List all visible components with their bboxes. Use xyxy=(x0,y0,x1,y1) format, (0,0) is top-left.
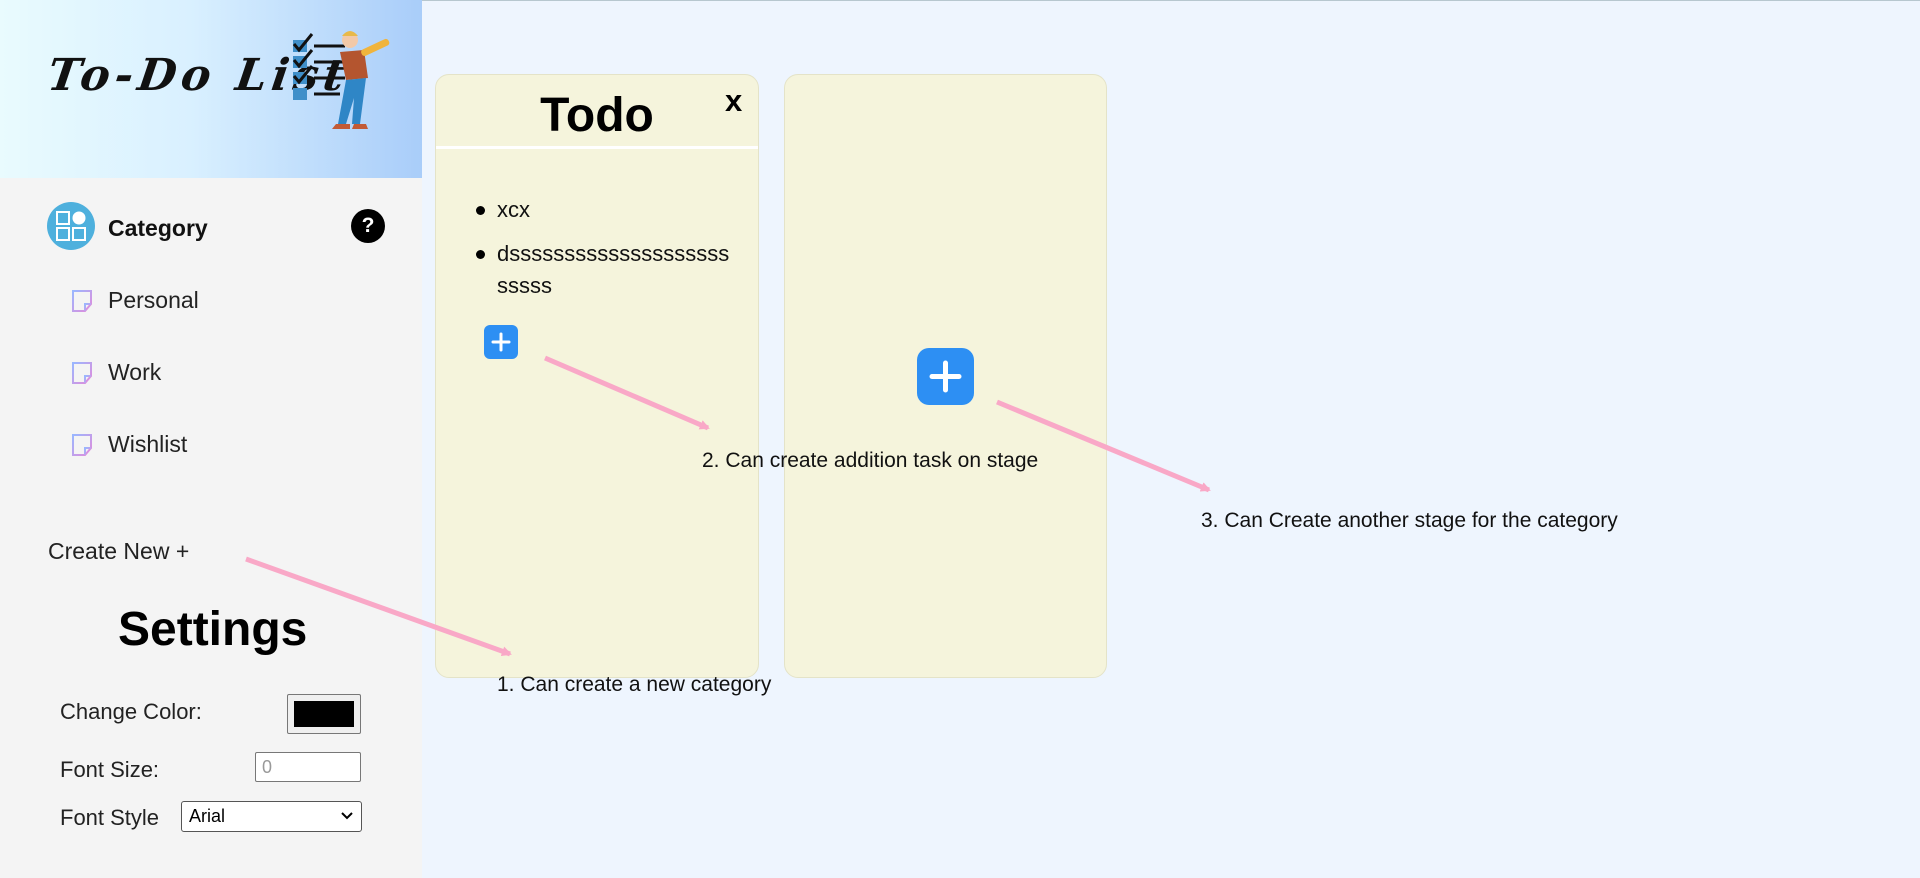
new-stage-card xyxy=(784,74,1107,678)
annotation-3: 3. Can Create another stage for the cate… xyxy=(1201,509,1618,532)
todo-person-illustration xyxy=(292,31,390,129)
plus-icon xyxy=(491,332,511,352)
font-style-value: Arial xyxy=(189,806,226,826)
chevron-down-icon xyxy=(341,812,353,820)
annotation-1: 1. Can create a new category xyxy=(497,673,772,696)
logo-header: To-Do List xyxy=(0,0,422,178)
font-size-label: Font Size: xyxy=(60,757,160,782)
sidebar: To-Do List Category ? Personal Work Wish… xyxy=(0,0,422,878)
sidebar-item-label: Personal xyxy=(108,287,199,313)
help-button[interactable]: ? xyxy=(351,209,385,243)
add-stage-button[interactable] xyxy=(917,348,974,405)
sidebar-item-work[interactable]: Work xyxy=(70,354,320,390)
close-stage-button[interactable]: x xyxy=(725,83,742,119)
category-grid-icon xyxy=(47,202,95,250)
bullet xyxy=(476,206,485,215)
stage-divider xyxy=(436,146,758,149)
note-icon xyxy=(72,434,92,456)
font-size-input[interactable] xyxy=(255,752,361,782)
sidebar-item-label: Work xyxy=(108,359,162,385)
note-icon xyxy=(72,290,92,312)
add-task-button[interactable] xyxy=(484,325,518,359)
annotation-2: 2. Can create addition task on stage xyxy=(702,449,1039,472)
font-style-select[interactable]: Arial xyxy=(181,801,362,832)
bullet xyxy=(476,250,485,259)
category-label: Category xyxy=(108,215,208,241)
sidebar-item-personal[interactable]: Personal xyxy=(70,282,320,318)
category-header: Category ? xyxy=(47,202,387,250)
sidebar-item-label: Wishlist xyxy=(108,431,188,457)
create-new-category-button[interactable]: Create New + xyxy=(48,538,189,565)
font-style-label: Font Style xyxy=(60,805,160,830)
change-color-label: Change Color: xyxy=(60,699,202,724)
color-picker[interactable] xyxy=(287,694,361,734)
plus-icon xyxy=(929,360,962,393)
stage-card-todo: Todo x xcx dsssssssssssssssssssssssss xyxy=(435,74,759,678)
color-swatch xyxy=(294,701,354,727)
task-list: xcx dsssssssssssssssssssssssss xyxy=(471,194,733,314)
task-item[interactable]: dsssssssssssssssssssssssss xyxy=(471,238,733,302)
settings-title: Settings xyxy=(118,603,308,656)
sidebar-item-wishlist[interactable]: Wishlist xyxy=(70,426,320,462)
note-icon xyxy=(72,362,92,384)
task-item[interactable]: xcx xyxy=(471,194,733,226)
stage-title: Todo xyxy=(540,89,654,142)
